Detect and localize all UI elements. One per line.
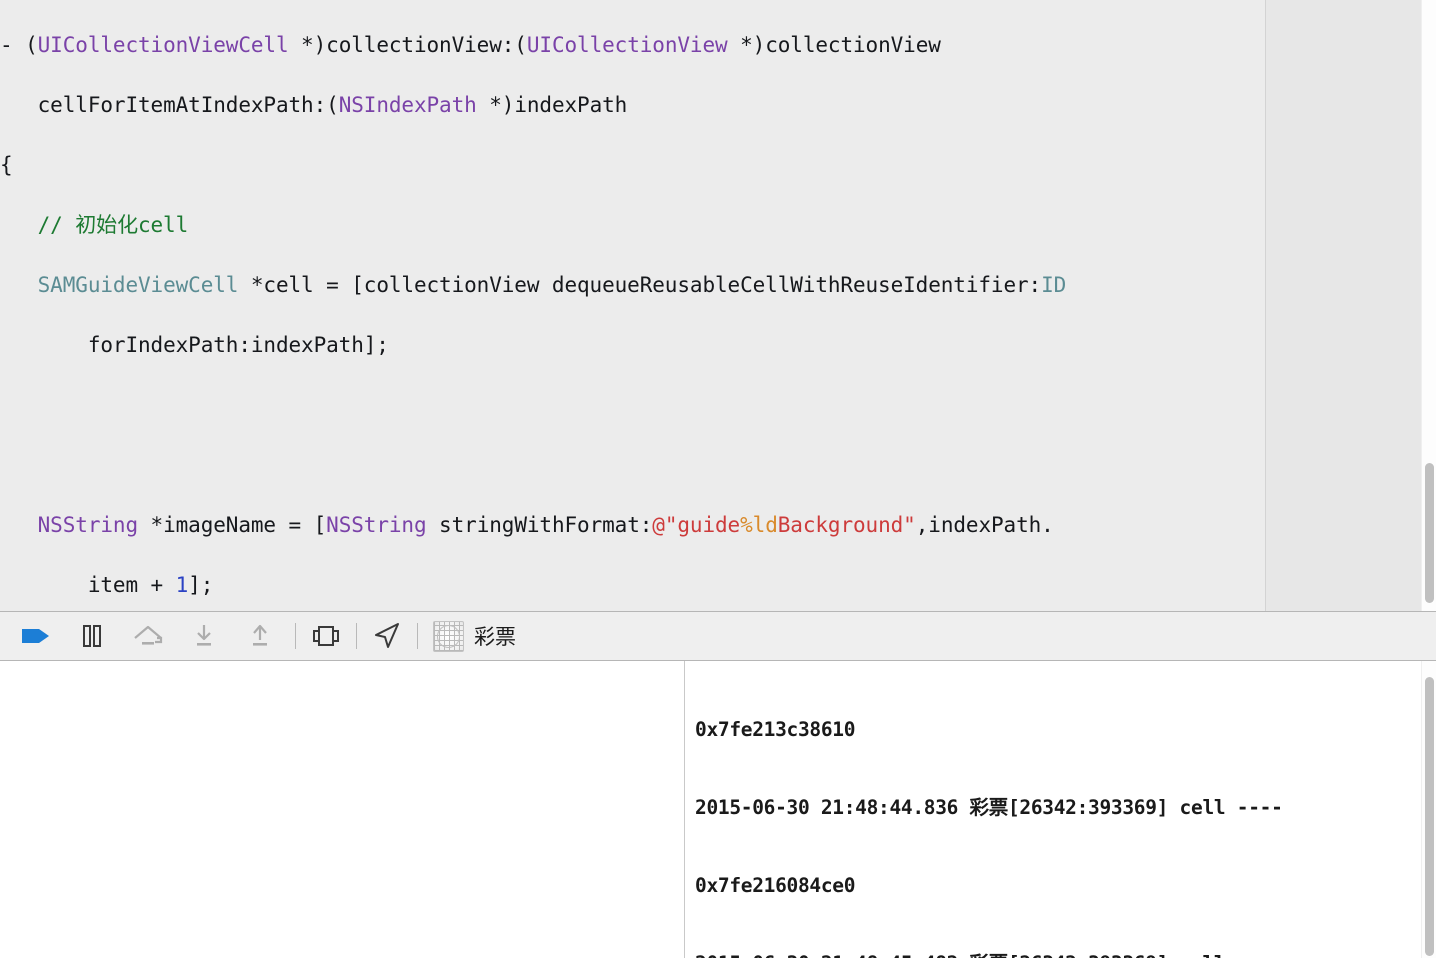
token-star-close: *)	[288, 33, 327, 57]
view-hierarchy-button[interactable]	[303, 614, 349, 658]
token-bracket-semi: ];	[188, 573, 214, 597]
xcode-debug-window: - (UICollectionViewCell *)collectionView…	[0, 0, 1436, 958]
token-item-plus: item +	[37, 573, 176, 597]
token-cellforitem-selector: cellForItemAtIndexPath:(	[37, 93, 339, 117]
code-line: cellForItemAtIndexPath:(NSIndexPath *)in…	[0, 90, 1066, 120]
pause-icon	[83, 625, 101, 647]
step-out-icon	[253, 624, 267, 646]
console-scrollbar-thumb[interactable]	[1425, 677, 1434, 956]
pause-button[interactable]	[64, 614, 120, 658]
console-vertical-scrollbar[interactable]	[1421, 661, 1436, 958]
token-format-specifier-ld: %ld	[740, 513, 778, 537]
token-format-string-start: @"guide	[652, 513, 741, 537]
token-paren-open: (	[12, 33, 38, 57]
code-line: SAMGuideViewCell *cell = [collectionView…	[0, 270, 1067, 300]
debug-scheme-breadcrumb[interactable]: 彩票	[427, 619, 522, 654]
editor-scrollbar-thumb[interactable]	[1425, 463, 1434, 603]
toolbar-separator	[356, 623, 357, 649]
token-collectionview-selector: collectionView:(	[326, 33, 527, 57]
console-line: 0x7fe213c38610	[695, 718, 856, 741]
token-indexpath-arg: indexPath	[514, 93, 628, 117]
step-into-icon	[197, 625, 211, 646]
console-line: 0x7fe216084ce0	[695, 874, 856, 897]
token-uicollectionviewcell: UICollectionViewCell	[37, 33, 289, 57]
token-format-string-end: Background"	[777, 513, 916, 537]
toolbar-separator	[295, 623, 296, 649]
step-out-button[interactable]	[232, 614, 288, 658]
token-number-one: 1	[175, 573, 189, 597]
token-stringwithformat: stringWithFormat:	[426, 513, 653, 537]
view-hierarchy-icon	[313, 626, 339, 646]
toolbar-separator	[417, 623, 418, 649]
debug-area: 0x7fe213c38610 2015-06-30 21:48:44.836 彩…	[0, 661, 1436, 958]
token-comment: // 初始化cell	[37, 213, 189, 237]
console-line: 2015-06-30 21:48:44.836 彩票[26342:393369]…	[695, 796, 1283, 819]
console-output: 0x7fe213c38610 2015-06-30 21:48:44.836 彩…	[695, 665, 1436, 958]
token-id-constant: ID	[1041, 273, 1067, 297]
continue-button[interactable]	[8, 614, 64, 658]
simulate-location-button[interactable]	[364, 614, 410, 658]
code-line: - (UICollectionViewCell *)collectionView…	[0, 30, 1066, 60]
page-guide-shade	[1266, 0, 1436, 611]
token-forindexpath: forIndexPath:indexPath];	[37, 333, 389, 357]
token-star-close-2: *)	[727, 33, 766, 57]
code-line: NSString *imageName = [NSString stringWi…	[0, 510, 1066, 540]
token-nsstring-1: NSString	[37, 513, 138, 537]
code-line: forIndexPath:indexPath];	[0, 330, 1066, 360]
console-view[interactable]: 0x7fe213c38610 2015-06-30 21:48:44.836 彩…	[685, 661, 1436, 958]
token-nsstring-2: NSString	[326, 513, 427, 537]
token-nsindexpath: NSIndexPath	[338, 93, 477, 117]
step-over-icon	[134, 625, 163, 645]
token-cell-decl: *cell = [collectionView dequeueReusableC…	[238, 273, 1042, 297]
token-collectionview-arg: collectionView	[765, 33, 941, 57]
code-line: // 初始化cell	[0, 210, 1066, 240]
debug-toolbar: 彩票	[0, 611, 1436, 661]
app-name-label: 彩票	[474, 625, 516, 649]
code-text[interactable]: - (UICollectionViewCell *)collectionView…	[0, 0, 1066, 611]
continue-arrow-icon	[22, 629, 49, 643]
token-star-close-3: *)	[476, 93, 515, 117]
token-minus: -	[0, 33, 13, 57]
token-samguideviewcell: SAMGuideViewCell	[37, 273, 239, 297]
source-editor[interactable]: - (UICollectionViewCell *)collectionView…	[0, 0, 1436, 611]
code-line: {	[0, 150, 1066, 180]
console-line: 2015-06-30 21:48:45.482 彩票[26342:393369]…	[695, 951, 1436, 958]
app-icon	[433, 620, 464, 652]
step-over-button[interactable]	[120, 614, 176, 658]
step-into-button[interactable]	[176, 614, 232, 658]
location-arrow-icon	[375, 623, 399, 648]
token-uicollectionview: UICollectionView	[526, 33, 728, 57]
token-brace-open: {	[0, 153, 13, 177]
token-comma-indexpath: ,indexPath.	[915, 513, 1054, 537]
variables-view[interactable]	[0, 661, 685, 958]
page-guide-line	[1265, 0, 1266, 611]
code-line: item + 1];	[0, 570, 1066, 600]
token-imagename-decl: *imageName = [	[138, 513, 327, 537]
editor-vertical-scrollbar[interactable]	[1421, 0, 1436, 611]
